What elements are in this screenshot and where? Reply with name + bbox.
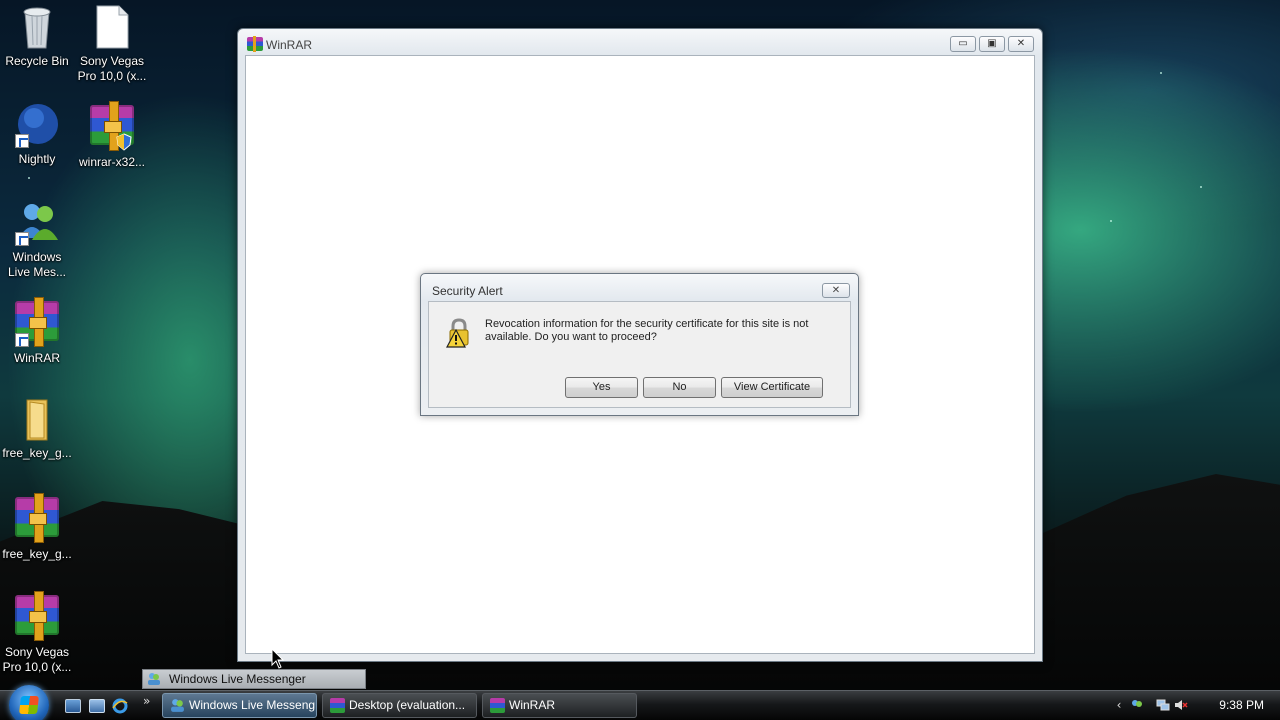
- dialog-title: Security Alert: [432, 284, 503, 298]
- windows-live-messenger-icon: [170, 698, 185, 713]
- desktop-icon-winrar[interactable]: WinRAR: [0, 297, 74, 366]
- taskbar-button-desktop[interactable]: Desktop (evaluation...: [322, 693, 477, 718]
- winrar-icon: [13, 297, 61, 347]
- no-button[interactable]: No: [643, 377, 716, 398]
- desktop-icon-label: Sony Vegas Pro 10,0 (x...: [2, 645, 72, 674]
- window-title: WinRAR: [266, 38, 313, 52]
- taskbar-button-windows-live-messenger[interactable]: Windows Live Messeng: [162, 693, 317, 718]
- dialog-close-button[interactable]: ✕: [822, 283, 850, 298]
- desktop-icon-label: Windows Live Mes...: [7, 250, 67, 279]
- switch-windows-icon[interactable]: [89, 699, 105, 713]
- volume-muted-icon[interactable]: [1174, 698, 1188, 712]
- minimize-button[interactable]: ▭: [950, 36, 976, 52]
- desktop-icon-free-key-archive[interactable]: free_key_g...: [0, 493, 74, 562]
- desktop-icon-label: Sony Vegas Pro 10,0 (x...: [77, 54, 147, 83]
- close-button[interactable]: ✕: [1008, 36, 1034, 52]
- mouse-cursor-icon: [271, 648, 285, 669]
- winrar-icon: [330, 698, 345, 713]
- desktop-icon-label: Nightly: [18, 152, 56, 166]
- security-alert-dialog[interactable]: Security Alert ✕ Revocation information …: [420, 273, 859, 416]
- desktop-icon-sony-vegas-doc[interactable]: Sony Vegas Pro 10,0 (x...: [75, 4, 149, 84]
- shortcut-arrow-icon: [15, 333, 29, 347]
- winrar-app-icon: [247, 36, 263, 52]
- shortcut-arrow-icon: [15, 134, 29, 148]
- show-desktop-icon[interactable]: [65, 699, 81, 713]
- taskbar: » Windows Live Messeng Desktop (evaluati…: [0, 685, 1280, 720]
- desktop-icon-sony-vegas-archive[interactable]: Sony Vegas Pro 10,0 (x...: [0, 591, 74, 675]
- network-icon[interactable]: [1156, 698, 1170, 712]
- start-button[interactable]: [9, 685, 49, 720]
- recycle-bin-icon: [13, 4, 61, 50]
- dialog-message: Revocation information for the security …: [485, 318, 809, 343]
- wallpaper-star: [1200, 186, 1202, 188]
- desktop-icon-label: free_key_g...: [2, 547, 72, 561]
- document-icon: [88, 4, 136, 50]
- maximize-button[interactable]: ▣: [979, 36, 1005, 52]
- desktop-icon-label: WinRAR: [13, 351, 60, 365]
- view-certificate-button[interactable]: View Certificate: [721, 377, 823, 398]
- desktop-icon-windows-live-messenger[interactable]: Windows Live Mes...: [0, 200, 74, 280]
- quick-launch-overflow[interactable]: »: [143, 694, 150, 708]
- wallpaper-star: [1160, 72, 1162, 74]
- internet-explorer-icon[interactable]: [112, 698, 128, 714]
- messenger-tray-icon[interactable]: [1130, 698, 1144, 712]
- shortcut-arrow-icon: [15, 232, 29, 246]
- winrar-icon: [490, 698, 505, 713]
- winrar-archive-icon: [13, 591, 61, 641]
- nightly-globe-icon: [13, 102, 61, 148]
- desktop-icon-label: free_key_g...: [2, 446, 72, 460]
- dialog-body: Revocation information for the security …: [428, 301, 851, 408]
- yes-button[interactable]: Yes: [565, 377, 638, 398]
- windows-live-messenger-icon: [13, 200, 61, 246]
- clock[interactable]: 9:38 PM: [1219, 698, 1264, 712]
- taskbar-button-winrar[interactable]: WinRAR: [482, 693, 637, 718]
- taskbar-tooltip: Windows Live Messenger: [142, 669, 366, 689]
- tray-chevron-icon[interactable]: ‹: [1112, 698, 1126, 712]
- desktop-icon-nightly[interactable]: Nightly: [0, 102, 74, 167]
- taskbar-button-label: Desktop (evaluation...: [349, 698, 466, 712]
- desktop-icon-label: winrar-x32...: [78, 155, 146, 169]
- desktop-icon-recycle-bin[interactable]: Recycle Bin: [0, 4, 74, 69]
- desktop-icon-label: Recycle Bin: [5, 54, 69, 68]
- desktop-icon-free-key-folder[interactable]: free_key_g...: [0, 396, 74, 461]
- system-tray: ‹ 9:38 PM: [1117, 691, 1280, 720]
- desktop-icon-winrar-installer[interactable]: winrar-x32...: [75, 101, 149, 170]
- windows-live-messenger-icon: [147, 672, 161, 686]
- winrar-installer-icon: [88, 101, 136, 151]
- taskbar-button-label: WinRAR: [509, 698, 556, 712]
- wallpaper-star: [28, 177, 30, 179]
- tooltip-text: Windows Live Messenger: [169, 672, 306, 686]
- wallpaper-star: [1110, 220, 1112, 222]
- folder-icon: [13, 396, 61, 442]
- taskbar-button-label: Windows Live Messeng: [189, 698, 316, 712]
- winrar-archive-icon: [13, 493, 61, 543]
- warning-lock-icon: [443, 317, 475, 349]
